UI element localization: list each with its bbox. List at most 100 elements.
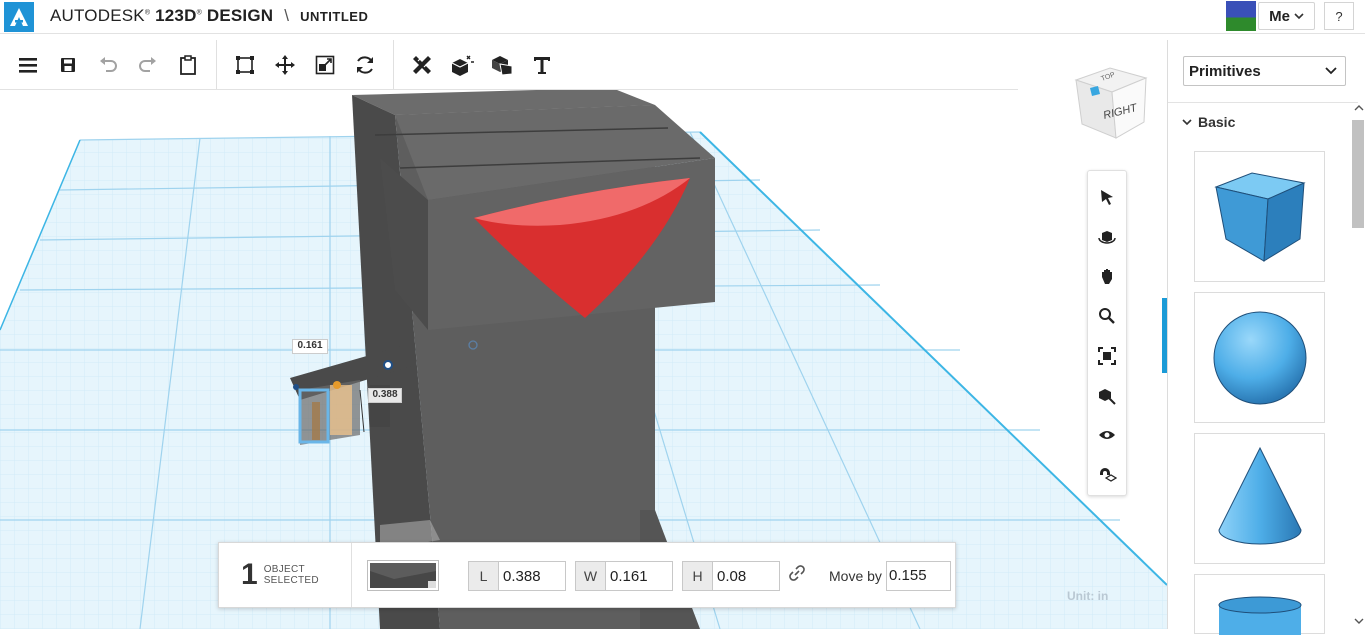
combine-button[interactable] [482, 45, 522, 85]
material-swatch[interactable] [367, 560, 439, 591]
redo-icon [139, 56, 156, 72]
height-key: H [683, 562, 713, 590]
selected-label-line2: SELECTED [263, 575, 319, 586]
move-icon [275, 54, 295, 75]
text-icon [534, 56, 550, 74]
unit-label: Unit: in [1067, 589, 1109, 603]
cylinder-primitive-icon [1218, 596, 1301, 635]
move-by-label: Move by [829, 568, 882, 584]
brand-name: AUTODESK [50, 6, 145, 25]
primitive-cone[interactable] [1194, 433, 1325, 564]
clipboard-button[interactable] [168, 45, 208, 85]
select-icon [1101, 189, 1113, 205]
box-primitive-icon [1213, 171, 1306, 262]
zoom-icon [1099, 308, 1115, 324]
product-suffix: DESIGN [206, 6, 274, 25]
visibility-icon [1099, 431, 1115, 440]
primitive-box[interactable] [1194, 151, 1325, 282]
view-cube[interactable]: TOP RIGHT [1072, 66, 1150, 144]
scroll-up-icon[interactable] [1354, 104, 1364, 112]
scene-canvas[interactable] [0, 40, 1167, 629]
scroll-down-icon[interactable] [1354, 617, 1364, 625]
save-button[interactable] [48, 45, 88, 85]
move-button[interactable] [265, 45, 305, 85]
fit-icon [1098, 346, 1116, 365]
clipboard-icon [180, 54, 196, 75]
chevron-down-icon [1325, 67, 1337, 75]
toolbar-group-file [0, 40, 217, 89]
undo-button[interactable] [88, 45, 128, 85]
avatar[interactable] [1226, 1, 1256, 31]
height-field[interactable]: H 0.08 [682, 561, 780, 591]
refresh-button[interactable] [345, 45, 385, 85]
product-name: 123D [155, 6, 197, 25]
move-by-input[interactable]: 0.155 [886, 561, 951, 591]
app-title: AUTODESK® 123D® DESIGN \ UNTITLED [50, 6, 369, 25]
width-key: W [576, 562, 606, 590]
modify-button[interactable] [442, 45, 482, 85]
combine-icon [492, 55, 513, 76]
dim-label-width[interactable]: 0.161 [292, 339, 328, 354]
zoom-selected-button[interactable] [1090, 376, 1124, 416]
sidebar-scrollbar-thumb[interactable] [1352, 120, 1364, 228]
selection-panel: 1 OBJECT SELECTED L 0.388 W 0.161 H 0.08… [218, 542, 956, 608]
section-header-basic[interactable]: Basic [1182, 114, 1235, 130]
width-value[interactable]: 0.161 [606, 568, 648, 585]
sphere-primitive-icon [1213, 311, 1306, 404]
select-button[interactable] [1090, 177, 1124, 217]
snap-icon [1100, 468, 1117, 482]
chevron-down-icon [1294, 13, 1304, 20]
toolbar-group-create [394, 40, 570, 89]
viewport-3d[interactable]: 0.161 0.388 [0, 40, 1167, 629]
section-title: Basic [1198, 114, 1236, 130]
visibility-button[interactable] [1090, 416, 1124, 456]
length-key: L [469, 562, 499, 590]
user-menu-button[interactable]: Me [1258, 2, 1315, 30]
zoom-selected-icon [1099, 388, 1116, 405]
help-button[interactable]: ? [1324, 2, 1354, 30]
chevron-down-icon [1182, 119, 1192, 126]
height-value[interactable]: 0.08 [713, 568, 746, 585]
modify-icon [451, 55, 474, 76]
zoom-button[interactable] [1090, 296, 1124, 336]
refresh-icon [357, 55, 373, 74]
undo-icon [100, 56, 117, 72]
fit-button[interactable] [1090, 336, 1124, 376]
construct-button[interactable] [402, 45, 442, 85]
document-name[interactable]: UNTITLED [300, 9, 368, 24]
user-menu-label: Me [1269, 7, 1290, 25]
pan-button[interactable] [1090, 257, 1124, 297]
autodesk-logo-icon[interactable] [4, 2, 34, 32]
library-select-value: Primitives [1189, 63, 1261, 80]
toolbar-group-transform [217, 40, 394, 89]
snap-button[interactable] [1090, 455, 1124, 495]
selected-label-line1: OBJECT [263, 564, 305, 575]
selection-count: 1 OBJECT SELECTED [219, 543, 352, 607]
main-toolbar [0, 40, 1018, 90]
orbit-icon [1098, 230, 1116, 244]
transform-box-button[interactable] [225, 45, 265, 85]
construct-icon [413, 55, 431, 74]
primitive-sphere[interactable] [1194, 292, 1325, 423]
selected-count: 1 [241, 558, 258, 591]
redo-button[interactable] [128, 45, 168, 85]
navigation-bar [1087, 170, 1127, 496]
orbit-button[interactable] [1090, 217, 1124, 257]
library-select[interactable]: Primitives [1183, 56, 1346, 86]
primitive-cylinder[interactable] [1194, 574, 1325, 635]
width-field[interactable]: W 0.161 [575, 561, 673, 591]
selected-label: OBJECT SELECTED [264, 564, 319, 586]
scale-button[interactable] [305, 45, 345, 85]
scale-icon [315, 55, 335, 74]
primitives-sidebar: Primitives Basic [1167, 40, 1365, 635]
length-value[interactable]: 0.388 [499, 568, 541, 585]
link-icon[interactable] [789, 565, 805, 581]
dim-label-length[interactable]: 0.388 [368, 388, 402, 403]
text-button[interactable] [522, 45, 562, 85]
menu-button[interactable] [8, 45, 48, 85]
save-icon [61, 57, 75, 72]
menu-icon [19, 57, 37, 73]
cone-primitive-icon [1217, 446, 1302, 544]
transform-box-icon [236, 55, 254, 74]
length-field[interactable]: L 0.388 [468, 561, 566, 591]
